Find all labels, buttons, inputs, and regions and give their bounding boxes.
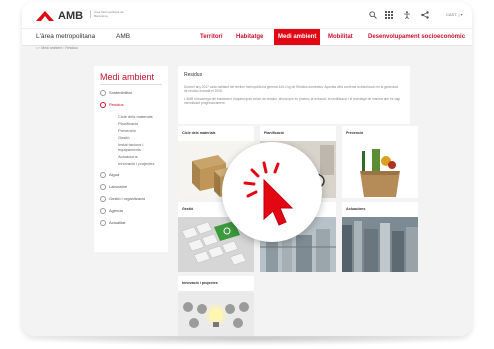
click-overlay [22, 2, 472, 336]
click-indicator [222, 142, 322, 242]
pointer-cursor-icon [243, 161, 294, 226]
browser-screenshot-card: AMB Àrea Metropolitana de Barcelona CAST… [22, 2, 472, 336]
